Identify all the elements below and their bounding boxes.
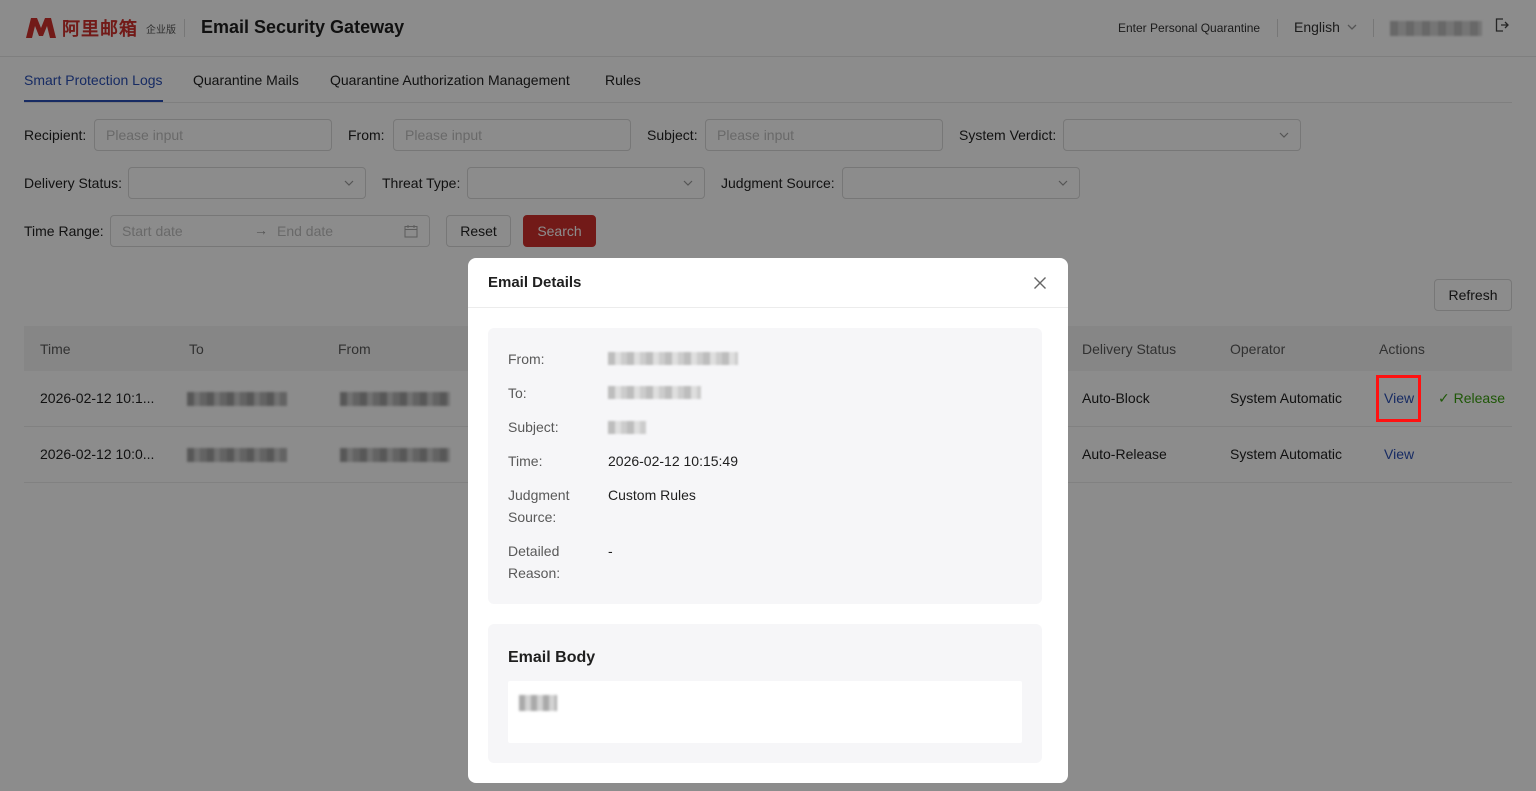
- to-value: [608, 386, 701, 399]
- detailed-reason-label: Detailed Reason:: [508, 543, 561, 581]
- close-icon[interactable]: [1033, 276, 1047, 290]
- judgment-source-label: Judgment Source:: [508, 487, 570, 525]
- subject-value: [608, 421, 646, 434]
- from-label: From:: [508, 351, 545, 367]
- email-details-modal: Email Details From: To: Subject: Time: 2…: [468, 258, 1068, 783]
- email-meta-card: From: To: Subject: Time: 2026-02-12 10:1…: [488, 328, 1042, 604]
- modal-title: Email Details: [488, 274, 582, 291]
- from-value: [608, 352, 738, 365]
- highlight-box: [1376, 375, 1421, 422]
- time-value: 2026-02-12 10:15:49: [608, 453, 738, 469]
- email-body-card: Email Body: [488, 624, 1042, 763]
- judgment-source-value: Custom Rules: [608, 487, 696, 503]
- email-body-content: [508, 681, 1022, 743]
- email-body-title: Email Body: [508, 649, 596, 666]
- email-body-text: [519, 695, 557, 711]
- time-label: Time:: [508, 453, 543, 469]
- detailed-reason-value: -: [608, 543, 613, 559]
- modal-header: Email Details: [468, 258, 1068, 308]
- to-label: To:: [508, 385, 527, 401]
- subject-label: Subject:: [508, 419, 559, 435]
